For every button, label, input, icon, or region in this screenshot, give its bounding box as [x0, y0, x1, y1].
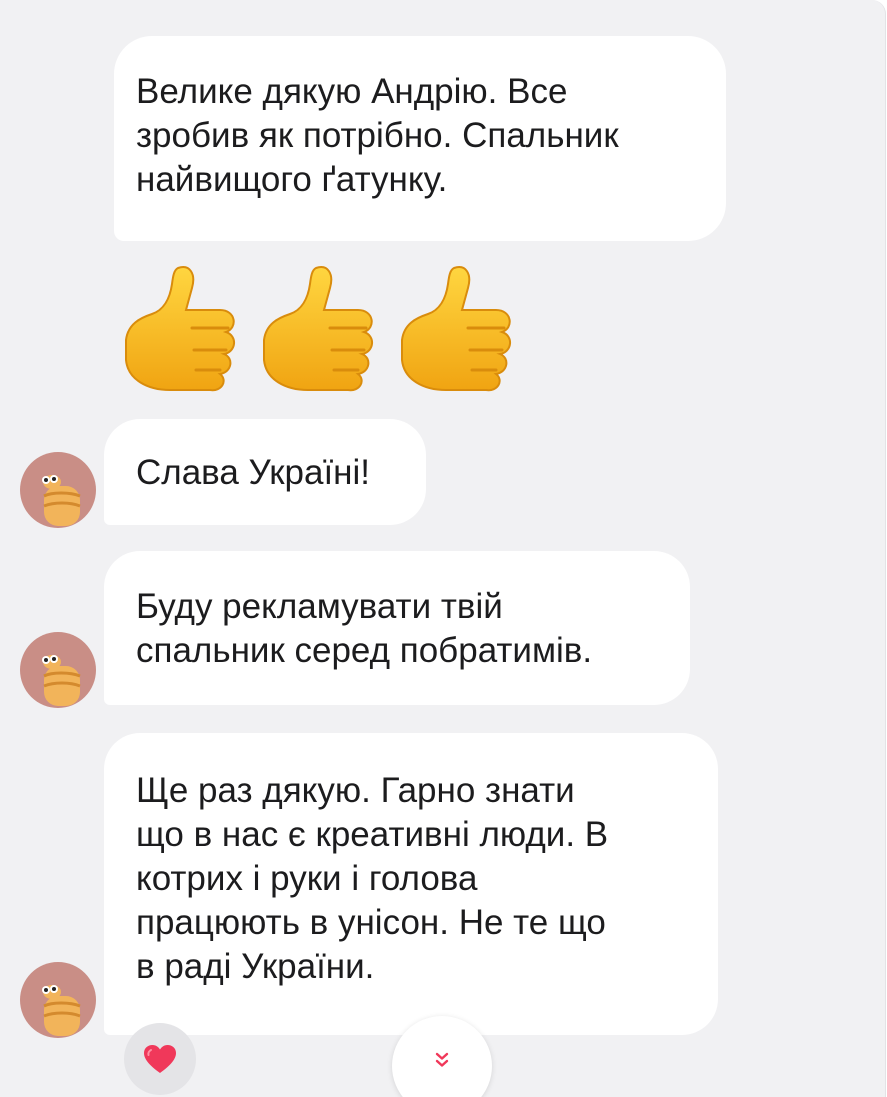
cat-paw-icon: [42, 475, 81, 526]
chat-thread[interactable]: Велике дякую Андрію. Все зробив як потрі…: [0, 0, 886, 1097]
emoji-message[interactable]: [120, 262, 530, 402]
avatar[interactable]: [20, 632, 96, 708]
cat-paw-icon: [42, 985, 81, 1036]
cat-paw-icon: [42, 655, 81, 706]
message-bubble[interactable]: Буду рекламувати твій спальник серед поб…: [104, 551, 690, 705]
avatar[interactable]: [20, 962, 96, 1038]
thumbs-up-icon: [125, 266, 235, 392]
thumbs-up-icon: [401, 266, 511, 392]
message-bubble[interactable]: Велике дякую Андрію. Все зробив як потрі…: [114, 36, 726, 241]
message-bubble[interactable]: Слава Україні!: [104, 419, 426, 525]
avatar[interactable]: [20, 452, 96, 528]
message-bubble[interactable]: Ще раз дякую. Гарно знати що в нас є кре…: [104, 733, 718, 1035]
thumbs-up-icon: [263, 266, 373, 392]
heart-icon: [144, 1045, 176, 1073]
reaction-button[interactable]: [124, 1023, 196, 1095]
chevron-double-down-icon: [435, 1052, 449, 1067]
